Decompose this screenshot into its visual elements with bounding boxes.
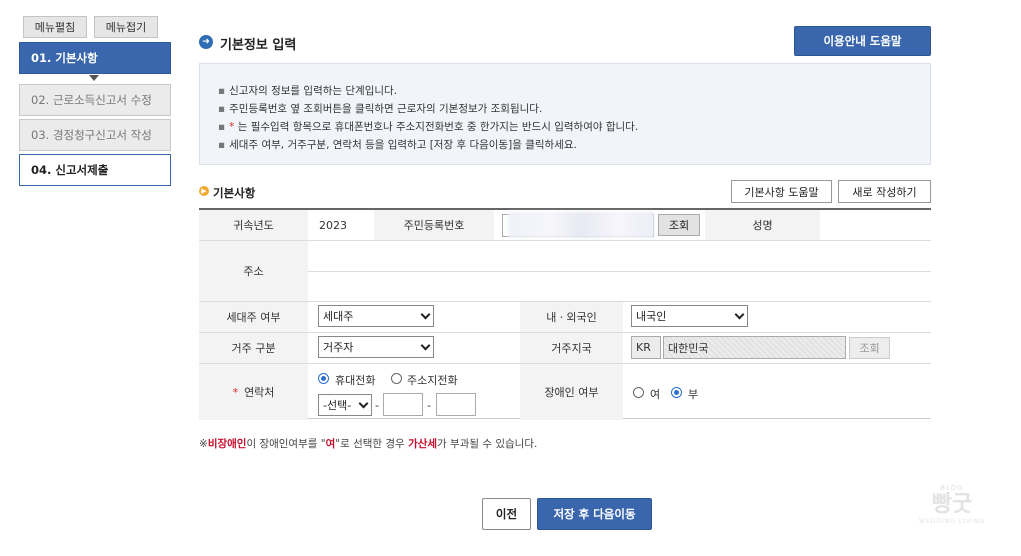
step-income-report-edit[interactable]: 02. 근로소득신고서 수정 — [19, 84, 171, 116]
household-select[interactable]: 세대주 — [318, 305, 434, 327]
nationality-select[interactable]: 내국인 — [631, 305, 748, 327]
step-submit-report[interactable]: 04. 신고서제출 — [19, 154, 171, 186]
address-label: 주소 — [199, 241, 308, 301]
country-name-field: 대한민국 — [663, 336, 846, 359]
page-title: 기본정보 입력 — [220, 38, 297, 53]
contact-mobile-radio[interactable] — [318, 373, 329, 384]
chevron-down-icon — [420, 340, 431, 351]
household-label: 세대주 여부 — [199, 302, 308, 332]
divider — [199, 240, 931, 241]
dash: - — [375, 399, 379, 412]
year-value: 2023 — [319, 219, 347, 232]
info-line: ▪ 세대주 여부, 거주구분, 연락처 등을 입력하고 [저장 후 다음이동]을 … — [218, 139, 577, 151]
phone-prefix-select[interactable]: -선택- — [318, 394, 372, 416]
dash: - — [427, 399, 431, 412]
info-line: ▪ 신고자의 정보를 입력하는 단계입니다. — [218, 85, 398, 97]
residence-select[interactable]: 거주자 — [318, 336, 434, 358]
blog-watermark: BLOG 빵굿 WEDDING LIVING — [919, 484, 985, 525]
rrn-lookup-button[interactable]: 조회 — [658, 214, 700, 236]
previous-button[interactable]: 이전 — [482, 498, 531, 530]
save-next-button[interactable]: 저장 후 다음이동 — [537, 498, 652, 530]
info-box: ▪ 신고자의 정보를 입력하는 단계입니다. ▪ 주민등록번호 옆 조회버튼을 클릭… — [199, 63, 931, 165]
disability-label: 장애인 여부 — [520, 364, 623, 420]
step-arrow-icon — [89, 75, 99, 81]
phone-middle-input[interactable] — [383, 393, 423, 416]
country-lookup-button[interactable]: 조회 — [849, 337, 890, 359]
contact-home-radio[interactable] — [391, 373, 402, 384]
menu-expand-button[interactable]: 메뉴펼침 — [23, 16, 87, 38]
basic-info-help-button[interactable]: 기본사항 도움말 — [731, 180, 832, 203]
chevron-down-icon — [420, 309, 431, 320]
nationality-label: 내ㆍ외국인 — [520, 302, 623, 332]
country-label: 거주지국 — [520, 333, 623, 363]
divider — [308, 271, 931, 272]
rrn-label: 주민등록번호 — [374, 210, 494, 240]
info-line: ▪ 주민등록번호 옆 조회버튼을 클릭하면 근로자의 기본정보가 조회됩니다. — [218, 103, 543, 115]
basic-info-form: 귀속년도 2023 주민등록번호 조회 성명 주소 세대주 여부 세대주 내ㆍ외… — [199, 208, 931, 420]
warning-note: ※비장애인이 장애인여부를 "여"로 선택한 경우 가산세가 부과될 수 있습니… — [199, 438, 538, 450]
rrn-redacted — [508, 212, 654, 238]
section-bullet-icon: ▶ — [199, 186, 209, 196]
residence-label: 거주 구분 — [199, 333, 308, 363]
disability-no-radio[interactable] — [671, 387, 682, 398]
disability-yes-label: 여 — [650, 388, 661, 401]
step-correction-claim[interactable]: 03. 경정청구신고서 작성 — [19, 119, 171, 151]
section-title: 기본사항 — [213, 186, 256, 200]
disability-no-label: 부 — [688, 388, 699, 401]
year-label: 귀속년도 — [199, 210, 308, 240]
contact-mobile-label: 휴대전화 — [335, 374, 376, 387]
menu-collapse-button[interactable]: 메뉴접기 — [94, 16, 158, 38]
contact-label: * 연락처 — [199, 364, 308, 420]
step-basic-info[interactable]: 01. 기본사항 — [19, 42, 171, 74]
new-write-button[interactable]: 새로 작성하기 — [838, 180, 931, 203]
phone-last-input[interactable] — [436, 393, 476, 416]
chevron-down-icon — [358, 398, 369, 409]
arrow-right-circle-icon: ➜ — [199, 35, 213, 49]
chevron-down-icon — [734, 309, 745, 320]
info-line: ▪ * 는 필수입력 항목으로 휴대폰번호나 주소지전화번호 중 한가지는 반드시… — [218, 121, 639, 133]
contact-home-label: 주소지전화 — [407, 374, 458, 387]
country-code-field: KR — [631, 336, 661, 359]
disability-yes-radio[interactable] — [633, 387, 644, 398]
name-label: 성명 — [705, 210, 820, 240]
usage-help-button[interactable]: 이용안내 도움말 — [794, 26, 931, 56]
